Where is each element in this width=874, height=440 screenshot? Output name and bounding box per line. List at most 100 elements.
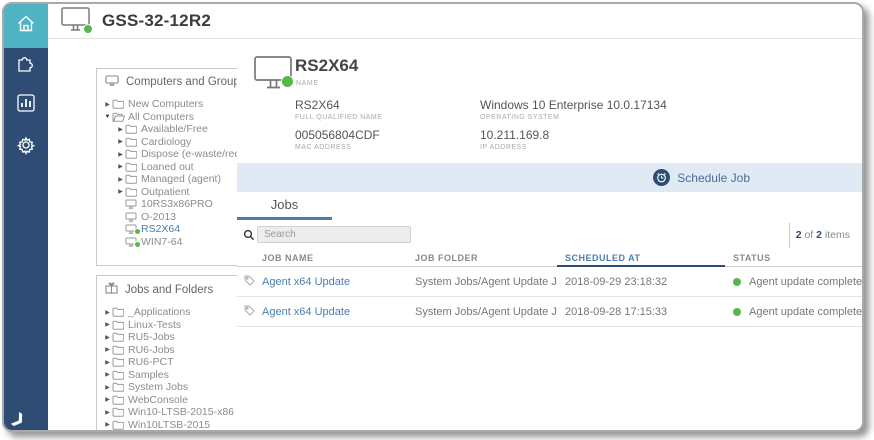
- computer-online-icon: [253, 55, 295, 95]
- expand-arrow-icon[interactable]: ▶: [103, 321, 112, 328]
- field-operating-system: Windows 10 Enterprise 10.0.17134 OPERATI…: [480, 98, 667, 121]
- main-content: RS2X64 NAME RS2X64 FULL QUALIFIED NAME W…: [237, 39, 862, 430]
- folder-icon: [125, 187, 139, 197]
- search-icon: [243, 228, 255, 246]
- tree-item-label: _Applications: [128, 306, 191, 319]
- column-header-job-name[interactable]: JOB NAME: [237, 253, 407, 263]
- cell-status: Agent update complete.: [725, 276, 862, 288]
- tree-item-label: System Jobs: [128, 381, 189, 394]
- folder-icon: [125, 174, 139, 184]
- field-value: Windows 10 Enterprise 10.0.17134: [480, 98, 667, 112]
- expand-arrow-icon[interactable]: ▶: [103, 371, 112, 378]
- expand-arrow-icon[interactable]: ▶: [116, 151, 125, 158]
- tree-item-label: RU5-Jobs: [128, 331, 175, 344]
- expand-arrow-icon[interactable]: ▶: [103, 309, 112, 316]
- expand-arrow-icon[interactable]: ▶: [116, 176, 125, 183]
- device-name-label: NAME: [296, 80, 319, 87]
- tree-item-label: 10RS3x86PRO: [141, 198, 213, 211]
- field-label: FULL QUALIFIED NAME: [295, 114, 383, 121]
- tree-item-label: RS2X64: [141, 223, 181, 236]
- folder-icon: [112, 395, 126, 405]
- tree-item-label: Managed (agent): [141, 173, 221, 186]
- expand-arrow-icon[interactable]: ▶: [103, 409, 112, 416]
- column-header-status[interactable]: STATUS: [725, 253, 862, 263]
- computers-panel-title: Computers and Groups: [126, 76, 246, 88]
- expand-arrow-icon[interactable]: ▶: [103, 384, 112, 391]
- folder-icon: [112, 345, 126, 355]
- home-icon: [15, 13, 37, 40]
- cell-scheduled-at: 2018-09-28 17:15:33: [565, 305, 668, 318]
- column-header-scheduled-at[interactable]: SCHEDULED AT: [557, 253, 725, 263]
- jobs-box-icon: [105, 282, 118, 297]
- sidebar-item-reports[interactable]: [4, 92, 48, 118]
- count-of: of: [804, 229, 814, 241]
- schedule-bar: Schedule Job: [237, 163, 862, 192]
- collapse-arrow-icon[interactable]: ▼: [103, 114, 112, 120]
- field-value: RS2X64: [295, 98, 340, 112]
- tree-item-label: Loaned out: [141, 160, 194, 173]
- column-header-job-folder[interactable]: JOB FOLDER: [407, 253, 557, 263]
- schedule-job-label: Schedule Job: [677, 170, 750, 185]
- field-label: MAC ADDRESS: [295, 144, 352, 151]
- tab-jobs[interactable]: Jobs: [237, 192, 332, 220]
- expand-arrow-icon[interactable]: ▶: [103, 421, 112, 428]
- expand-arrow-icon[interactable]: ▶: [116, 163, 125, 170]
- folder-icon: [112, 420, 126, 430]
- field-full-qualified-name: RS2X64 FULL QUALIFIED NAME: [295, 98, 382, 121]
- bar-chart-icon: [15, 92, 37, 119]
- expand-arrow-icon[interactable]: ▶: [103, 101, 112, 108]
- tree-item-label: Change Agent Settings - Symantec Clien: [139, 431, 283, 432]
- folder-icon: [125, 162, 139, 172]
- tree-item-label: All Computers: [128, 110, 194, 123]
- expand-arrow-icon[interactable]: ▶: [103, 346, 112, 353]
- field-label: OPERATING SYSTEM: [480, 114, 560, 121]
- gear-icon: [15, 134, 37, 161]
- expand-arrow-icon[interactable]: ▶: [116, 126, 125, 133]
- table-row: Agent x64 Update System Jobs/Agent Update…: [237, 267, 862, 297]
- folder-icon: [125, 137, 139, 147]
- screenshot-canvas: ❯ GSS-32-12R2 Computers and Groups ▶ New…: [0, 0, 874, 440]
- job-name-link[interactable]: Agent x64 Update: [262, 306, 350, 318]
- left-column: Computers and Groups ▶ New Computers ▼ All …: [48, 39, 284, 431]
- tag-icon: [244, 275, 255, 289]
- count-total: 2: [816, 229, 822, 241]
- online-status-dot: [83, 23, 93, 34]
- schedule-job-button[interactable]: Schedule Job: [653, 169, 750, 186]
- field-ip-address: 10.211.169.8 IP ADDRESS: [480, 128, 549, 151]
- toolbar-divider: [789, 223, 790, 248]
- tree-item-change-agent-settings-symantec-clien[interactable]: Change Agent Settings - Symantec Clien: [97, 431, 283, 432]
- device-name: RS2X64: [295, 56, 359, 75]
- sidebar-item-modules[interactable]: [4, 52, 48, 78]
- expand-arrow-icon[interactable]: ▶: [116, 138, 125, 145]
- folder-icon: [112, 332, 126, 342]
- expand-arrow-icon[interactable]: ▶: [103, 359, 112, 366]
- status-text: Agent update complete.: [749, 275, 862, 288]
- tree-item-label: Win10LTSB-2015: [128, 418, 211, 431]
- folder-open-icon: [112, 112, 126, 122]
- tree-item-label: RU6-Jobs: [128, 343, 175, 356]
- computer-online-icon: [125, 224, 141, 236]
- page-title: GSS-32-12R2: [102, 11, 211, 30]
- expand-arrow-icon[interactable]: ▶: [103, 334, 112, 341]
- folder-icon: [125, 124, 139, 134]
- tag-icon: [244, 305, 255, 319]
- computer-icon: [125, 212, 139, 222]
- expand-arrow-icon[interactable]: ▶: [103, 396, 112, 403]
- sidebar-item-settings[interactable]: [4, 134, 48, 160]
- count-current: 2: [795, 229, 802, 241]
- expand-arrow-icon[interactable]: ▶: [116, 188, 125, 195]
- field-value: 005056804CDF: [295, 128, 380, 142]
- puzzle-icon: [15, 52, 37, 79]
- field-label: IP ADDRESS: [480, 144, 527, 151]
- tree-item-label: Linux-Tests: [128, 318, 182, 331]
- tree-item-label: RU6-PCT: [128, 356, 174, 369]
- sidebar-expand-button[interactable]: ❯: [9, 409, 29, 430]
- sidebar-item-home[interactable]: [4, 4, 48, 48]
- tree-item-label: Win10-LTSB-2015-x86: [128, 406, 235, 419]
- count-unit: items: [824, 229, 850, 241]
- job-name-link[interactable]: Agent x64 Update: [262, 276, 350, 288]
- search-input[interactable]: [257, 226, 411, 243]
- sidebar: ❯: [4, 4, 48, 430]
- tree-item-label: WebConsole: [128, 393, 188, 406]
- field-value: 10.211.169.8: [480, 128, 550, 142]
